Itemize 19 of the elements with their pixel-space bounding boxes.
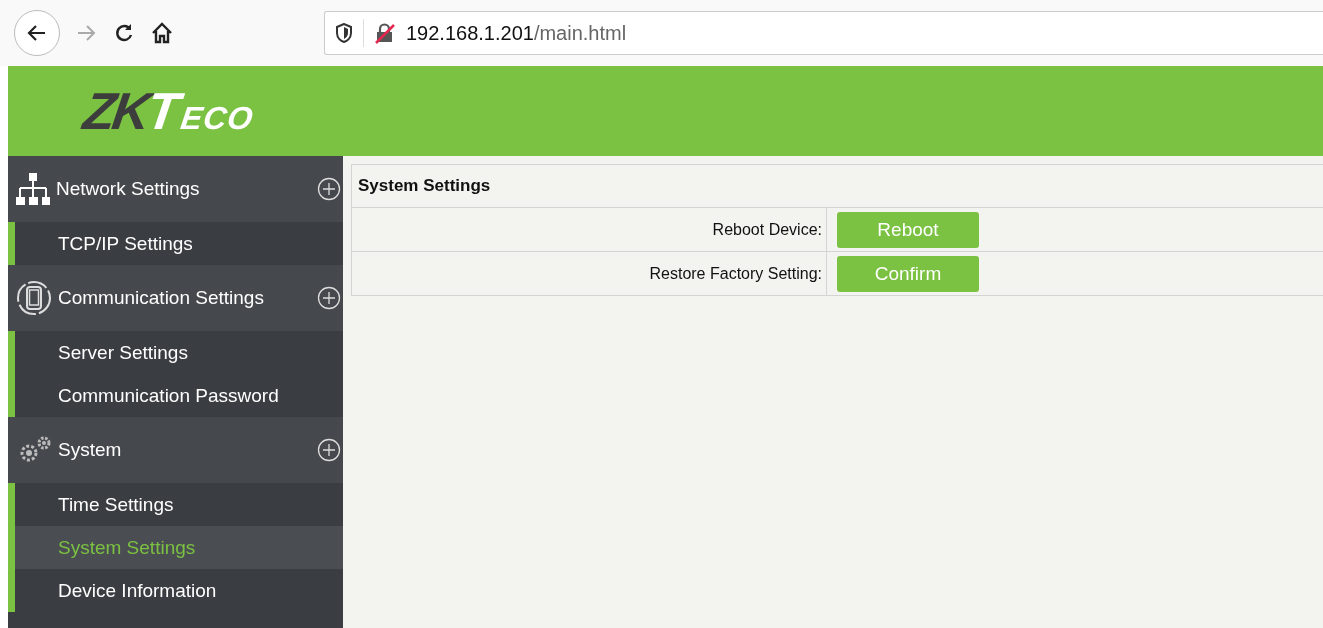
shield-icon[interactable] xyxy=(335,23,353,43)
panel-title: System Settings xyxy=(358,176,491,196)
logo: ZKTECO xyxy=(79,81,257,141)
phone-icon xyxy=(16,280,52,316)
sidebar-group-header[interactable]: Network Settings xyxy=(8,156,343,222)
sidebar-group-header[interactable]: System xyxy=(8,417,343,483)
setting-label: Restore Factory Setting: xyxy=(649,264,822,283)
url-text: 192.168.1.201/main.html xyxy=(406,21,627,45)
expand-icon[interactable] xyxy=(317,286,341,310)
setting-label: Reboot Device: xyxy=(712,220,822,239)
lock-icon[interactable] xyxy=(374,22,396,44)
sidebar-item[interactable]: System Settings xyxy=(15,526,343,569)
sidebar-group-header[interactable]: Communication Settings xyxy=(8,265,343,331)
expand-icon[interactable] xyxy=(317,177,341,201)
home-icon[interactable] xyxy=(150,21,174,45)
back-button[interactable] xyxy=(14,10,60,56)
network-icon xyxy=(16,172,50,206)
expand-icon[interactable] xyxy=(317,438,341,462)
address-bar[interactable]: 192.168.1.201/main.html xyxy=(324,11,1323,55)
